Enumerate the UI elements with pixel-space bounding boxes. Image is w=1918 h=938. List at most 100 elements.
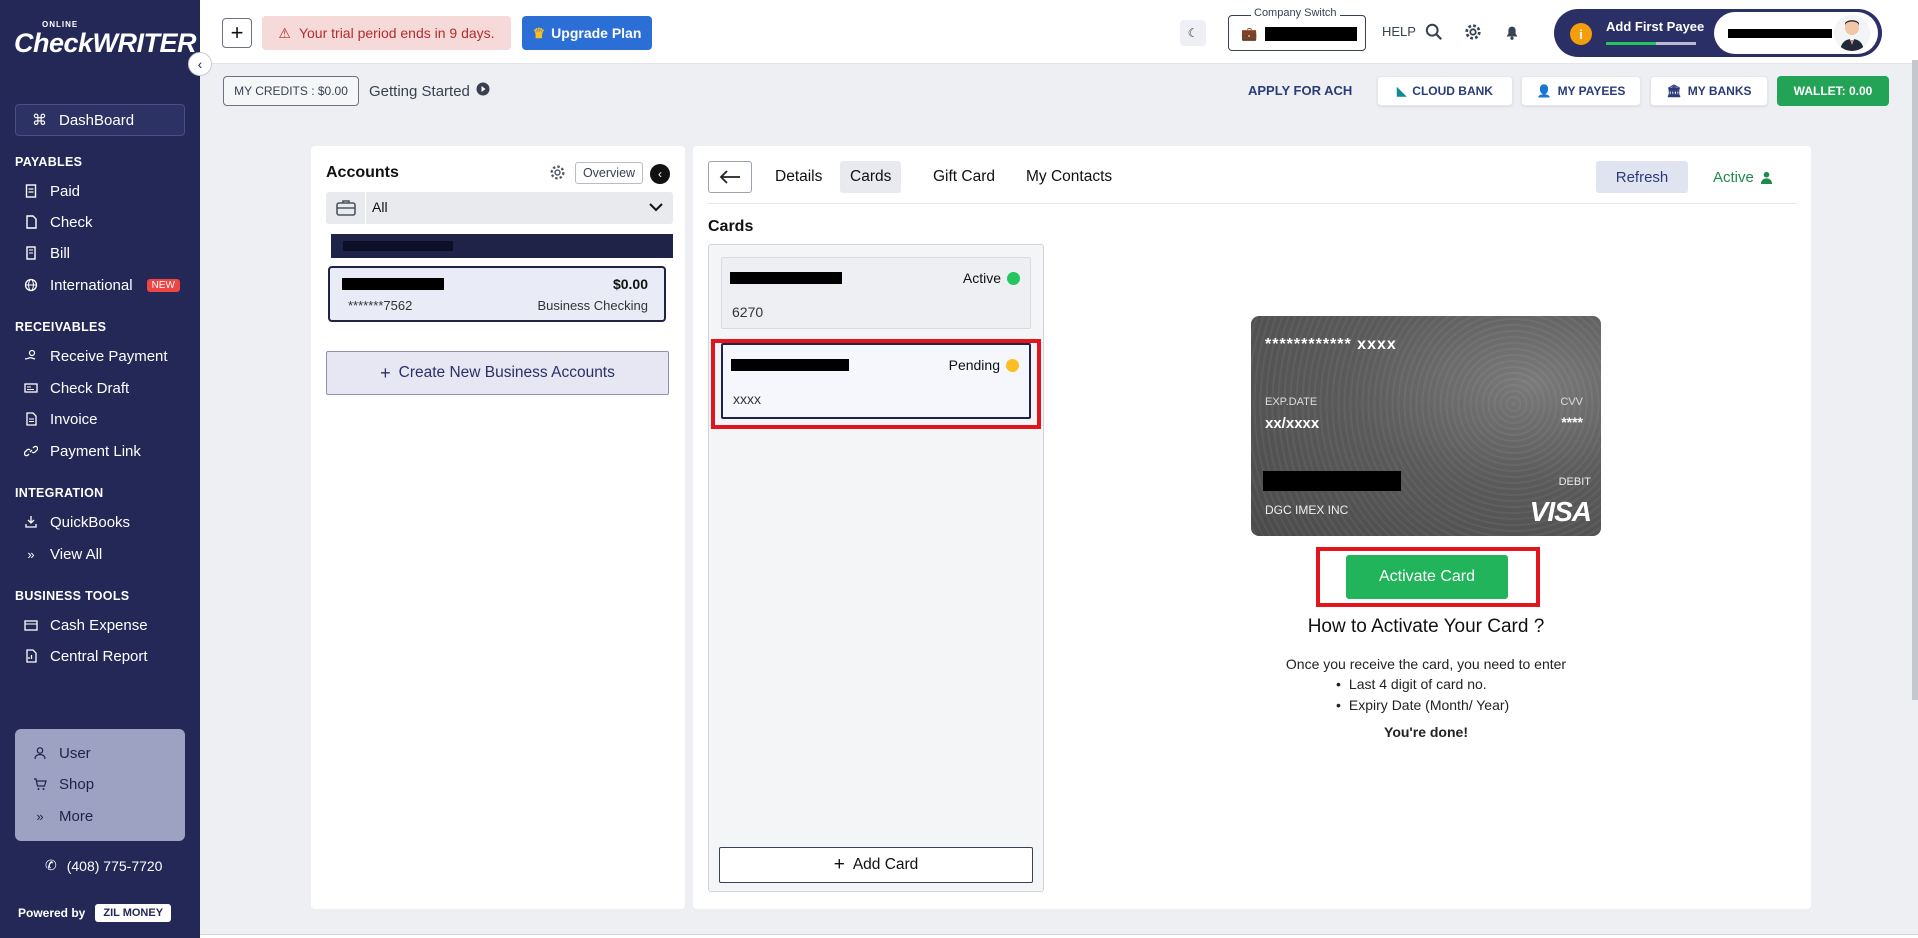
sidebar-item-cash-expense[interactable]: Cash Expense xyxy=(24,614,148,636)
zil-money-logo[interactable]: ZIL MONEY xyxy=(95,904,172,922)
cvv-label: CVV xyxy=(1560,396,1583,408)
sidebar-item-user[interactable]: User xyxy=(33,742,91,764)
my-payees-button[interactable]: 👤 MY PAYEES xyxy=(1521,76,1641,106)
activate-card-button[interactable]: Activate Card xyxy=(1346,555,1508,599)
sidebar-item-invoice[interactable]: Invoice xyxy=(24,408,98,430)
import-icon xyxy=(24,515,38,529)
trial-text: Your trial period ends in 9 days. xyxy=(298,25,495,41)
sidebar-item-shop[interactable]: Shop xyxy=(33,773,94,795)
my-credits[interactable]: MY CREDITS : $0.00 xyxy=(223,76,359,106)
plus-icon: + xyxy=(230,20,244,45)
tab-my-contacts[interactable]: My Contacts xyxy=(1016,161,1122,193)
topbar: + ⚠ Your trial period ends in 9 days. ♛ … xyxy=(200,0,1918,64)
user-menu[interactable] xyxy=(1714,12,1878,54)
phone-icon: ✆ xyxy=(45,857,57,873)
sidebar-item-bill[interactable]: Bill xyxy=(24,242,70,264)
instructions-steps: Last 4 digit of card no. Expiry Date (Mo… xyxy=(1326,674,1526,716)
cards-section-title: Cards xyxy=(708,218,754,235)
new-badge: NEW xyxy=(146,278,180,292)
sidebar-item-central-report[interactable]: Central Report xyxy=(24,645,148,667)
sidebar-item-label: Invoice xyxy=(50,410,98,428)
briefcase-icon: 💼 xyxy=(1241,26,1258,41)
checkwriter-logo[interactable]: ONLINE CheckWRITER xyxy=(14,20,197,76)
create-business-account-button[interactable]: + Create New Business Accounts xyxy=(326,351,669,395)
cloud-bank-button[interactable]: ◣ CLOUD BANK xyxy=(1377,76,1513,106)
avatar[interactable] xyxy=(1834,15,1870,51)
gear-icon[interactable] xyxy=(1463,22,1483,42)
section-title-business-tools: BUSINESS TOOLS xyxy=(15,589,130,603)
page-scrollbar[interactable] xyxy=(1912,60,1918,700)
collapse-sidebar-button[interactable]: ‹ xyxy=(188,52,212,76)
card-type: DEBIT xyxy=(1558,476,1591,488)
wallet-icon xyxy=(24,618,38,632)
bell-icon[interactable] xyxy=(1502,22,1522,42)
sidebar-item-view-all[interactable]: » View All xyxy=(24,543,102,565)
my-banks-button[interactable]: 🏛 MY BANKS xyxy=(1650,76,1768,106)
collapse-accounts-button[interactable]: ‹ xyxy=(650,164,670,184)
chevron-down-icon xyxy=(649,199,663,215)
sidebar-item-paid[interactable]: Paid xyxy=(24,180,80,202)
arrow-left-icon xyxy=(719,170,740,184)
apply-for-ach-link[interactable]: APPLY FOR ACH xyxy=(1248,83,1352,98)
sidebar-item-quickbooks[interactable]: QuickBooks xyxy=(24,511,130,533)
account-filter-value: All xyxy=(372,199,388,215)
sidebar-item-label: Check Draft xyxy=(50,379,130,397)
section-title-payables: PAYABLES xyxy=(15,155,83,169)
add-payee-label: Add First Payee xyxy=(1606,19,1705,34)
sidebar-item-label: Receive Payment xyxy=(50,347,168,365)
cvv-value: **** xyxy=(1561,414,1583,430)
sidebar-item-dashboard[interactable]: ⌘ DashBoard xyxy=(15,104,185,136)
company-switch[interactable]: Company Switch 💼 xyxy=(1228,7,1366,51)
tab-details[interactable]: Details xyxy=(765,161,832,193)
group-name-redacted xyxy=(343,241,453,251)
card-name-redacted xyxy=(730,272,842,284)
gear-icon[interactable] xyxy=(549,164,567,182)
add-card-button[interactable]: + Add Card xyxy=(719,847,1033,883)
sidebar-item-label: QuickBooks xyxy=(50,513,131,531)
wallet-button[interactable]: WALLET: 0.00 xyxy=(1777,76,1889,106)
sidebar-item-international[interactable]: International NEW xyxy=(24,274,180,296)
back-button[interactable] xyxy=(708,161,752,193)
refresh-button[interactable]: Refresh xyxy=(1596,161,1688,193)
account-group-header[interactable] xyxy=(331,234,673,258)
account-card[interactable]: $0.00 *******7562 Business Checking xyxy=(328,266,666,322)
instructions-intro: Once you receive the card, you need to e… xyxy=(1285,656,1567,672)
warning-icon: ⚠ xyxy=(278,24,291,41)
card-status: Active xyxy=(963,270,1020,286)
sidebar-item-label: Check xyxy=(50,213,93,231)
account-filter-select[interactable]: All xyxy=(326,192,673,224)
tab-cards[interactable]: Cards xyxy=(840,161,902,193)
virtual-card: ************ xxxx EXP.DATE xx/xxxx CVV *… xyxy=(1251,316,1601,536)
getting-started-link[interactable]: Getting Started xyxy=(369,82,490,100)
status-label: Active xyxy=(1713,169,1754,186)
card-item-active[interactable]: Active 6270 xyxy=(721,257,1031,329)
cart-icon xyxy=(33,777,47,791)
quick-add-button[interactable]: + xyxy=(222,18,252,48)
upgrade-plan-button[interactable]: ♛ Upgrade Plan xyxy=(522,16,652,50)
add-first-payee[interactable]: i Add First Payee xyxy=(1554,9,1882,57)
receipt-icon xyxy=(24,184,38,198)
sidebar-item-check-draft[interactable]: Check Draft xyxy=(24,377,129,399)
search-icon[interactable] xyxy=(1424,22,1444,42)
card-status-label: Active xyxy=(962,270,1001,286)
tab-gift-card[interactable]: Gift Card xyxy=(923,161,1005,193)
accounts-title: Accounts xyxy=(326,164,399,181)
overview-button[interactable]: Overview xyxy=(575,162,643,184)
sidebar-item-label: Cash Expense xyxy=(50,616,148,634)
help-link[interactable]: HELP xyxy=(1382,24,1416,39)
dark-mode-toggle[interactable]: ☾ xyxy=(1180,20,1206,46)
sidebar-item-label: View All xyxy=(50,545,103,563)
sidebar-item-check[interactable]: Check xyxy=(24,211,93,233)
sidebar-item-payment-link[interactable]: Payment Link xyxy=(24,440,141,462)
double-chevron-icon: » xyxy=(36,808,44,824)
my-payees-label: MY PAYEES xyxy=(1557,84,1626,98)
company-name-redacted xyxy=(1265,27,1358,41)
phone-number: (408) 775-7720 xyxy=(66,857,163,874)
user-icon xyxy=(1760,171,1772,184)
support-phone[interactable]: ✆ (408) 775-7720 xyxy=(45,857,162,874)
plus-icon: + xyxy=(833,854,845,875)
sidebar-item-more[interactable]: » More xyxy=(33,805,93,827)
payee-progress-bar xyxy=(1606,42,1696,45)
sidebar-panel: User Shop » More xyxy=(15,729,185,841)
sidebar-item-receive-payment[interactable]: Receive Payment xyxy=(24,345,168,367)
